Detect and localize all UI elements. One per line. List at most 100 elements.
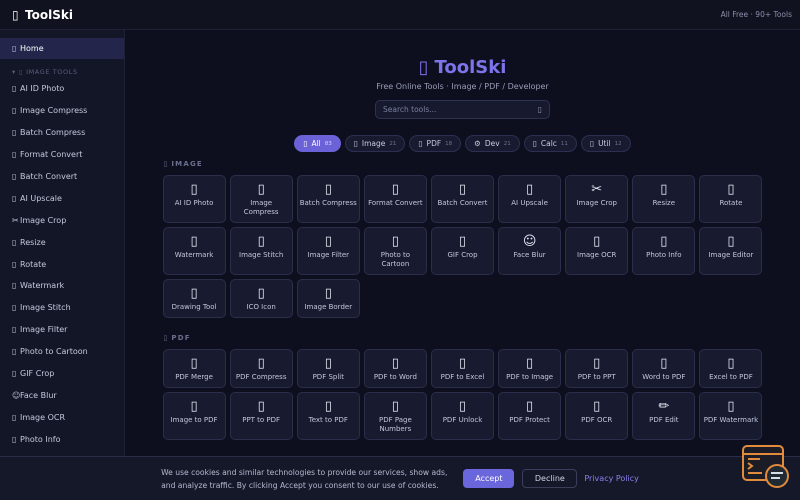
tool-card-pdf-to-excel[interactable]: ▯ PDF to Excel [430, 349, 495, 388]
tool-card-pdf-ocr[interactable]: ▯ PDF OCR [565, 392, 629, 440]
sidebar-item-image-stitch[interactable]: ▯ Image Stitch [0, 297, 124, 319]
tool-card-photo-to-cartoon[interactable]: ▯ Photo to Cartoon [363, 227, 427, 275]
tool-card-word-to-pdf[interactable]: ▯ Word to PDF [632, 349, 696, 388]
tab-pdf[interactable]: ▯ PDF 18 [409, 135, 462, 152]
sidebar-item-home[interactable]: ▯ Home [0, 38, 124, 59]
tool-card-photo-info[interactable]: ▯ Photo Info [632, 227, 696, 275]
tool-card-ai-id-photo[interactable]: ▯ AI ID Photo [162, 175, 226, 223]
section-image: ▯ IMAGE ▯ AI ID Photo ▯ Image Compress ▯… [162, 158, 763, 318]
tab-util[interactable]: ▯ Util 12 [580, 135, 631, 152]
tool-card-gif-crop[interactable]: ▯ GIF Crop [430, 227, 495, 275]
tool-card-label: Resize [652, 199, 676, 207]
sidebar-item-label: Photo Info [20, 434, 61, 444]
tool-card-resize[interactable]: ▯ Resize [632, 175, 696, 223]
gear-icon: ⚙ [474, 139, 481, 148]
tool-grid: ▯ AI ID Photo ▯ Image Compress ▯ Batch C… [162, 175, 763, 318]
tool-card-pdf-to-word[interactable]: ▯ PDF to Word [363, 349, 427, 388]
tool-card-pdf-page-numbers[interactable]: ▯ PDF Page Numbers [363, 392, 427, 440]
brand-logo-link[interactable]: ▯ ToolSki [12, 8, 73, 22]
cartoon-icon: ▯ [391, 234, 399, 249]
tool-card-ppt-to-pdf[interactable]: ▯ PPT to PDF [229, 392, 293, 440]
decline-cookies-button[interactable]: Decline [522, 469, 578, 488]
tool-grid: ▯ PDF Merge ▯ PDF Compress ▯ PDF Split ▯… [162, 349, 763, 440]
search-icon[interactable]: ▯ [538, 105, 542, 114]
sidebar-item-batch-compress[interactable]: ▯ Batch Compress [0, 122, 124, 144]
repeat-icon: ▯ [458, 182, 467, 197]
feedback-widget-button[interactable] [742, 445, 790, 489]
tool-card-image-border[interactable]: ▯ Image Border [296, 279, 360, 318]
info-icon: ▯ [12, 434, 17, 444]
tool-card-label: Batch Convert [437, 199, 488, 207]
tool-card-ico-icon[interactable]: ▯ ICO Icon [229, 279, 293, 318]
tool-card-image-editor[interactable]: ▯ Image Editor [699, 227, 763, 275]
tool-card-drawing-tool[interactable]: ▯ Drawing Tool [162, 279, 226, 318]
tool-card-label: Face Blur [513, 251, 546, 259]
tab-dev[interactable]: ⚙ Dev 21 [465, 135, 520, 152]
sidebar-item-face-blur[interactable]: ☺ Face Blur [0, 384, 124, 406]
sidebar-item-batch-convert[interactable]: ▯ Batch Convert [0, 166, 124, 188]
tool-card-pdf-edit[interactable]: ✏ PDF Edit [632, 392, 696, 440]
tool-card-image-filter[interactable]: ▯ Image Filter [296, 227, 360, 275]
sidebar-item-watermark[interactable]: ▯ Watermark [0, 275, 124, 297]
sidebar-item-resize[interactable]: ▯ Resize [0, 231, 124, 253]
tool-card-ai-upscale[interactable]: ▯ AI Upscale [498, 175, 562, 223]
sidebar-item-label: Image Compress [20, 106, 88, 116]
tool-card-label: Image Filter [307, 251, 350, 259]
sidebar-item-rotate[interactable]: ▯ Rotate [0, 253, 124, 275]
sidebar-section-image-tools[interactable]: ▾ ▯ IMAGE TOOLS [0, 66, 124, 78]
search-input[interactable] [383, 105, 538, 114]
sidebar-item-image-ocr[interactable]: ▯ Image OCR [0, 406, 124, 428]
tab-calc[interactable]: ▯ Calc 11 [523, 135, 577, 152]
tool-card-rotate[interactable]: ▯ Rotate [699, 175, 763, 223]
sidebar-item-ai-id-photo[interactable]: ▯ AI ID Photo [0, 78, 124, 100]
tool-card-pdf-to-image[interactable]: ▯ PDF to Image [498, 349, 562, 388]
tool-card-text-to-pdf[interactable]: ▯ Text to PDF [296, 392, 360, 440]
tab-image[interactable]: ▯ Image 21 [344, 135, 406, 152]
tool-card-image-compress[interactable]: ▯ Image Compress [229, 175, 293, 223]
tool-card-image-crop[interactable]: ✂ Image Crop [565, 175, 629, 223]
privacy-policy-link[interactable]: Privacy Policy [584, 474, 639, 483]
package-icon: ▯ [324, 182, 332, 197]
tool-card-format-convert[interactable]: ▯ Format Convert [363, 175, 427, 223]
tool-card-face-blur[interactable]: ☺ Face Blur [498, 227, 562, 275]
tool-card-pdf-to-ppt[interactable]: ▯ PDF to PPT [565, 349, 629, 388]
tool-card-image-ocr[interactable]: ▯ Image OCR [565, 227, 629, 275]
tab-all[interactable]: ▯ All 83 [294, 135, 341, 152]
accept-cookies-button[interactable]: Accept [463, 469, 515, 488]
sidebar-item-format-convert[interactable]: ▯ Format Convert [0, 144, 124, 166]
tool-card-pdf-watermark[interactable]: ▯ PDF Watermark [699, 392, 763, 440]
tool-card-label: Word to PDF [642, 373, 686, 381]
tool-card-pdf-merge[interactable]: ▯ PDF Merge [162, 349, 226, 388]
sidebar-item-label: Batch Convert [20, 172, 78, 181]
cookie-message-line: We use cookies and similar technologies … [161, 467, 448, 477]
sidebar-item-gif-crop[interactable]: ▯ GIF Crop [0, 363, 124, 385]
tool-card-label: Image Editor [708, 251, 754, 259]
sidebar-item-ai-upscale[interactable]: ▯ AI Upscale [0, 187, 124, 209]
tool-card-label: Image Compress [243, 199, 279, 216]
tool-card-pdf-split[interactable]: ▯ PDF Split [296, 349, 360, 388]
robot-icon: ▯ [12, 193, 17, 203]
cookie-message: We use cookies and similar technologies … [161, 466, 447, 492]
sidebar-item-label: Image Filter [20, 325, 68, 335]
sidebar-item-image-filter[interactable]: ▯ Image Filter [0, 319, 124, 341]
sidebar-item-image-crop[interactable]: ✂ Image Crop [0, 209, 124, 231]
tool-card-label: GIF Crop [447, 251, 478, 259]
sidebar-item-photo-to-cartoon[interactable]: ▯ Photo to Cartoon [0, 341, 124, 363]
tool-card-pdf-protect[interactable]: ▯ PDF Protect [498, 392, 562, 440]
tool-card-batch-convert[interactable]: ▯ Batch Convert [430, 175, 495, 223]
sidebar-tool-list: ▯ AI ID Photo ▯ Image Compress ▯ Batch C… [0, 78, 124, 450]
content-container: ▯ ToolSki Free Online Tools · Image / PDF… [162, 30, 763, 471]
sidebar-item-photo-info[interactable]: ▯ Photo Info [0, 428, 124, 450]
tool-card-image-to-pdf[interactable]: ▯ Image to PDF [162, 392, 226, 440]
tool-card-batch-compress[interactable]: ▯ Batch Compress [296, 175, 360, 223]
tool-card-watermark[interactable]: ▯ Watermark [162, 227, 226, 275]
tool-card-label: Text to PDF [308, 416, 348, 424]
grid-icon: ▯ [303, 139, 308, 148]
tool-card-label: Image Border [304, 303, 353, 311]
tool-card-pdf-unlock[interactable]: ▯ PDF Unlock [430, 392, 495, 440]
sidebar-item-image-compress[interactable]: ▯ Image Compress [0, 100, 124, 122]
tab-label: Calc [540, 139, 557, 148]
tool-card-image-stitch[interactable]: ▯ Image Stitch [229, 227, 293, 275]
tool-card-excel-to-pdf[interactable]: ▯ Excel to PDF [699, 349, 763, 388]
tool-card-pdf-compress[interactable]: ▯ PDF Compress [229, 349, 293, 388]
